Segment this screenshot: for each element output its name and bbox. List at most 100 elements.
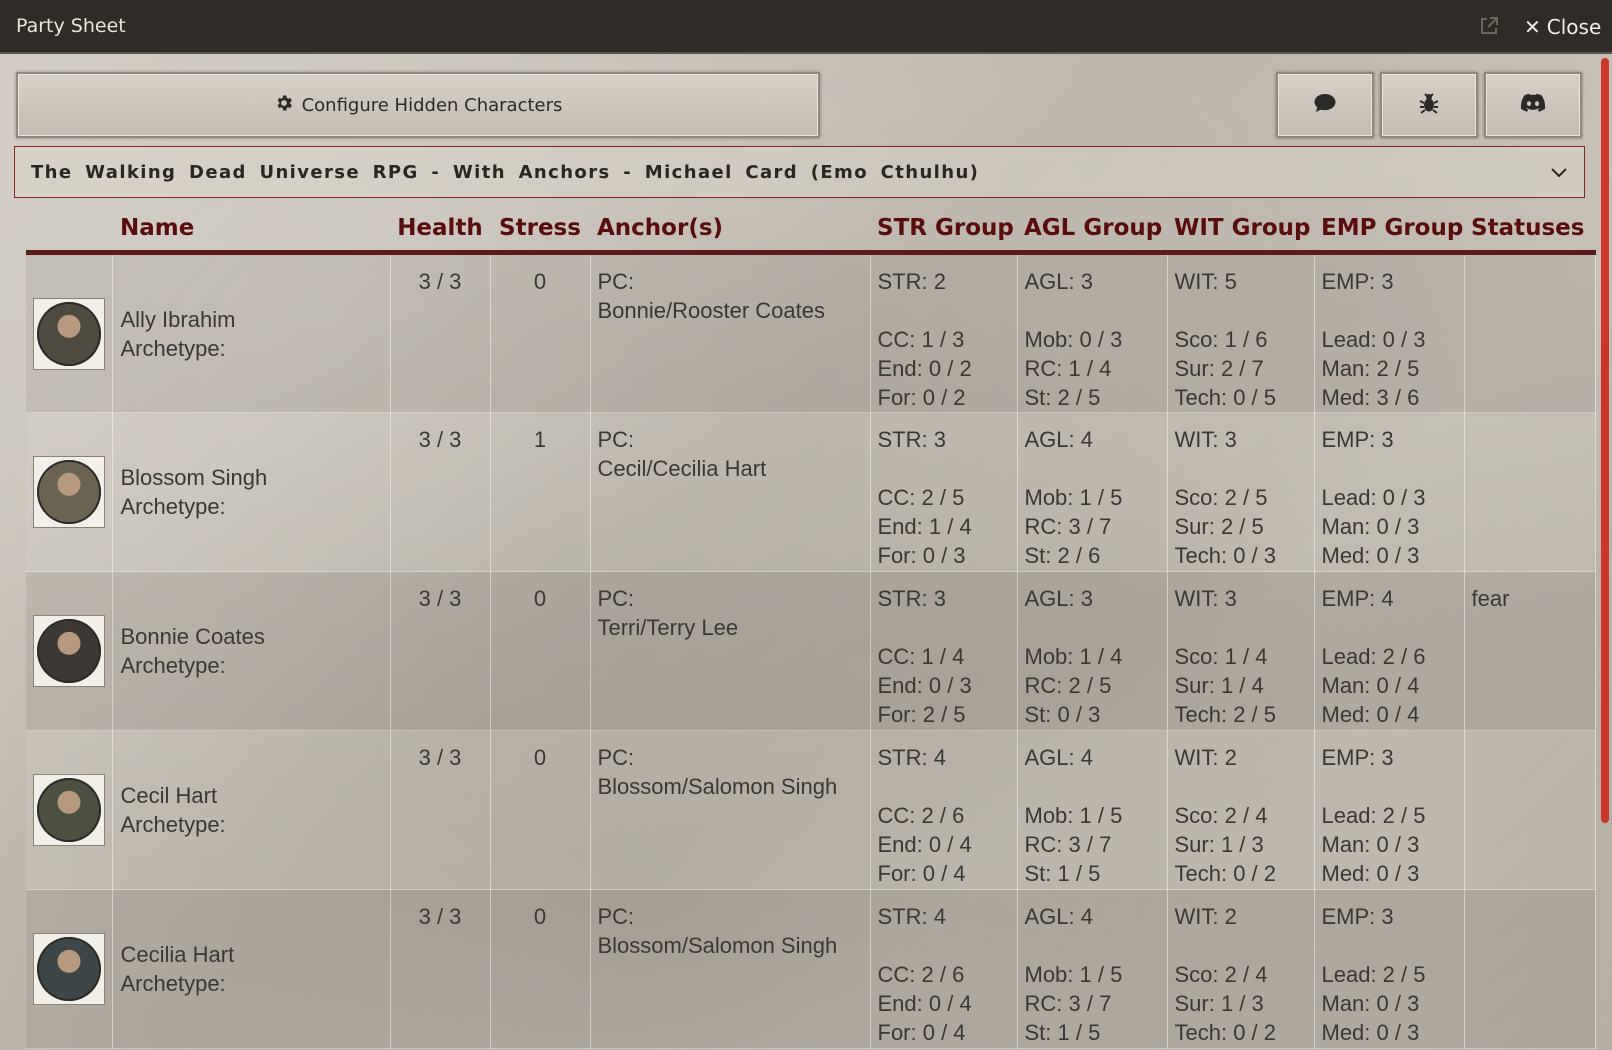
agl-group-cell: AGL: 3 Mob: 1 / 4 RC: 2 / 5 St: 0 / 3 xyxy=(1017,571,1168,731)
anchor-label: PC: xyxy=(597,269,635,294)
avatar[interactable] xyxy=(32,297,105,370)
wit-group-skill: Sco: 2 / 4 xyxy=(1174,962,1268,987)
anchors-cell: PC: Cecil/Cecilia Hart xyxy=(590,412,871,572)
agl-group-attribute: AGL: 4 xyxy=(1024,427,1093,452)
character-name[interactable]: Cecil Hart xyxy=(121,781,390,810)
agl-group-skill: St: 2 / 5 xyxy=(1024,385,1101,410)
portrait-image xyxy=(36,460,101,524)
header-wit-group: WIT Group xyxy=(1167,206,1314,255)
health-value: 3 / 3 xyxy=(390,412,491,572)
character-name[interactable]: Blossom Singh xyxy=(121,463,390,492)
emp-group-skill: Med: 0 / 3 xyxy=(1321,861,1420,886)
str-group-cell: STR: 3 CC: 2 / 5 End: 1 / 4 For: 0 / 3 xyxy=(870,412,1018,572)
chat-button[interactable] xyxy=(1276,72,1374,138)
stress-value: 0 xyxy=(490,889,591,1049)
avatar-cell xyxy=(26,571,113,731)
discord-button[interactable] xyxy=(1484,72,1582,138)
str-group-attribute: STR: 2 xyxy=(877,269,946,294)
wit-group-skill: Sur: 2 / 5 xyxy=(1174,514,1264,539)
wit-group-attribute: WIT: 3 xyxy=(1174,427,1237,452)
anchors-cell: PC: Blossom/Salomon Singh xyxy=(590,889,871,1049)
table-row[interactable]: Bonnie Coates Archetype: 3 / 3 0 PC: Terri/Te… xyxy=(26,571,1596,731)
wit-group-skill: Tech: 2 / 5 xyxy=(1174,702,1277,727)
wit-group-skill: Tech: 0 / 2 xyxy=(1174,861,1277,886)
agl-group-skill: RC: 1 / 4 xyxy=(1024,356,1112,381)
emp-group-attribute: EMP: 3 xyxy=(1321,269,1394,294)
agl-group-attribute: AGL: 4 xyxy=(1024,904,1093,929)
portrait-image xyxy=(36,778,101,842)
wit-group-skill: Tech: 0 / 3 xyxy=(1174,543,1277,568)
emp-group-skill: Med: 0 / 4 xyxy=(1321,702,1420,727)
table-row[interactable]: Cecil Hart Archetype: 3 / 3 0 PC: Blossom/Sal… xyxy=(26,730,1596,890)
emp-group-attribute: EMP: 3 xyxy=(1321,904,1394,929)
str-group-skill: For: 0 / 2 xyxy=(877,385,966,410)
emp-group-attribute: EMP: 3 xyxy=(1321,745,1394,770)
str-group-skill: End: 0 / 4 xyxy=(877,832,972,857)
anchor-value: Cecil/Cecilia Hart xyxy=(597,456,767,481)
emp-group-skill: Man: 0 / 3 xyxy=(1321,832,1420,857)
character-name[interactable]: Bonnie Coates xyxy=(121,622,390,651)
wit-group-skill: Sco: 2 / 5 xyxy=(1174,485,1268,510)
avatar[interactable] xyxy=(32,933,105,1005)
wit-group-cell: WIT: 2 Sco: 2 / 4 Sur: 1 / 3 Tech: 0 / 2 xyxy=(1167,889,1315,1049)
wit-group-skill: Sur: 1 / 3 xyxy=(1174,832,1264,857)
header-name: Name xyxy=(112,206,390,255)
emp-group-skill: Man: 0 / 3 xyxy=(1321,991,1420,1016)
stress-value: 0 xyxy=(490,571,591,731)
character-archetype: Archetype: xyxy=(120,335,226,361)
avatar[interactable] xyxy=(32,774,105,846)
agl-group-skill: RC: 2 / 5 xyxy=(1024,673,1112,698)
avatar-cell xyxy=(26,412,113,572)
anchor-label: PC: xyxy=(597,904,635,929)
health-value: 3 / 3 xyxy=(390,571,491,731)
str-group-skill: End: 0 / 4 xyxy=(877,991,972,1016)
character-name[interactable]: Cecilia Hart xyxy=(121,940,390,969)
anchor-value: Blossom/Salomon Singh xyxy=(597,774,838,799)
scrollbar[interactable] xyxy=(1601,58,1609,823)
system-select[interactable]: The Walking Dead Universe RPG - With Anc… xyxy=(14,146,1585,198)
anchor-value: Bonnie/Rooster Coates xyxy=(597,298,825,323)
wit-group-cell: WIT: 2 Sco: 2 / 4 Sur: 1 / 3 Tech: 0 / 2 xyxy=(1167,730,1315,890)
avatar[interactable] xyxy=(32,615,105,687)
name-cell[interactable]: Blossom Singh Archetype: xyxy=(112,412,391,572)
table-row[interactable]: Ally Ibrahim Archetype: 3 / 3 0 PC: Bonnie/Ro… xyxy=(26,252,1596,413)
popout-icon[interactable] xyxy=(1478,15,1500,37)
emp-group-skill: Lead: 2 / 5 xyxy=(1321,962,1426,987)
statuses-cell xyxy=(1464,252,1596,413)
wit-group-cell: WIT: 5 Sco: 1 / 6 Sur: 2 / 7 Tech: 0 / 5 xyxy=(1167,252,1315,413)
agl-group-skill: RC: 3 / 7 xyxy=(1024,991,1112,1016)
bug-icon xyxy=(1417,91,1441,120)
agl-group-skill: Mob: 1 / 5 xyxy=(1024,962,1123,987)
avatar[interactable] xyxy=(32,456,105,528)
table-row[interactable]: Cecilia Hart Archetype: 3 / 3 0 PC: Blossom/S… xyxy=(26,889,1596,1049)
str-group-skill: For: 2 / 5 xyxy=(877,702,966,727)
agl-group-skill: RC: 3 / 7 xyxy=(1024,514,1112,539)
close-button[interactable]: ✕ Close xyxy=(1524,12,1601,42)
table-row[interactable]: Blossom Singh Archetype: 3 / 3 1 PC: Cecil/Ce… xyxy=(26,412,1596,572)
wit-group-skill: Sur: 1 / 3 xyxy=(1174,991,1264,1016)
header-health: Health xyxy=(390,206,490,255)
avatar-cell xyxy=(26,252,113,413)
str-group-attribute: STR: 4 xyxy=(877,904,946,929)
wit-group-skill: Sco: 1 / 6 xyxy=(1174,327,1268,352)
name-cell[interactable]: Bonnie Coates Archetype: xyxy=(112,571,391,731)
name-cell[interactable]: Ally Ibrahim Archetype: xyxy=(112,252,391,413)
character-name[interactable]: Ally Ibrahim xyxy=(121,305,390,334)
anchor-label: PC: xyxy=(597,427,635,452)
title-bar[interactable]: Party Sheet ✕ Close xyxy=(0,0,1612,54)
portrait-image xyxy=(36,619,101,683)
discord-icon xyxy=(1520,93,1546,118)
agl-group-skill: Mob: 1 / 4 xyxy=(1024,644,1123,669)
report-bug-button[interactable] xyxy=(1380,72,1478,138)
configure-hidden-characters-button[interactable]: Configure Hidden Characters xyxy=(16,72,820,138)
anchor-label: PC: xyxy=(597,745,635,770)
emp-group-skill: Med: 0 / 3 xyxy=(1321,543,1420,568)
wit-group-skill: Tech: 0 / 2 xyxy=(1174,1020,1277,1045)
agl-group-skill: St: 1 / 5 xyxy=(1024,861,1101,886)
agl-group-cell: AGL: 4 Mob: 1 / 5 RC: 3 / 7 St: 2 / 6 xyxy=(1017,412,1168,572)
name-cell[interactable]: Cecil Hart Archetype: xyxy=(112,730,391,890)
str-group-cell: STR: 2 CC: 1 / 3 End: 0 / 2 For: 0 / 2 xyxy=(870,252,1018,413)
name-cell[interactable]: Cecilia Hart Archetype: xyxy=(112,889,391,1049)
stress-value: 0 xyxy=(490,730,591,890)
wit-group-attribute: WIT: 3 xyxy=(1174,586,1237,611)
